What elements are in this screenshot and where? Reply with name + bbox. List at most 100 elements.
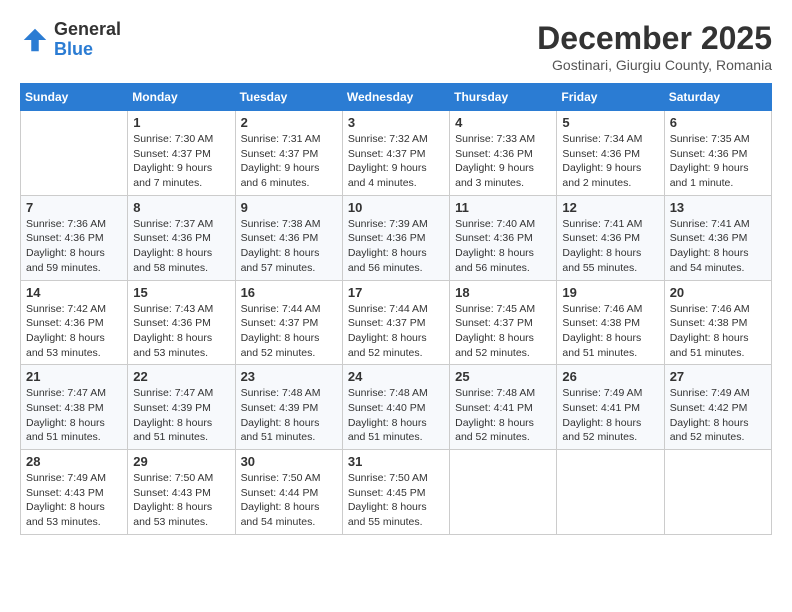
calendar-cell: 9Sunrise: 7:38 AMSunset: 4:36 PMDaylight…: [235, 195, 342, 280]
logo-blue: Blue: [54, 40, 121, 60]
calendar-cell: 31 Sunrise: 7:50 AMSunset: 4:45 PMDayligh…: [342, 450, 449, 535]
calendar-cell: 16Sunrise: 7:44 AMSunset: 4:37 PMDayligh…: [235, 280, 342, 365]
calendar-cell: 2 Sunrise: 7:31 AMSunset: 4:37 PMDaylight…: [235, 111, 342, 196]
calendar-cell: 5 Sunrise: 7:34 AMSunset: 4:36 PMDaylight…: [557, 111, 664, 196]
day-number: 16: [241, 285, 337, 300]
day-number: 27: [670, 369, 766, 384]
day-number: 24: [348, 369, 444, 384]
day-number: 4: [455, 115, 551, 130]
calendar-table: SundayMondayTuesdayWednesdayThursdayFrid…: [20, 83, 772, 535]
day-number: 26: [562, 369, 658, 384]
day-number: 18: [455, 285, 551, 300]
calendar-cell: 30 Sunrise: 7:50 AMSunset: 4:44 PMDayligh…: [235, 450, 342, 535]
weekday-header: Wednesday: [342, 84, 449, 111]
day-number: 13: [670, 200, 766, 215]
day-info: Sunrise: 7:46 AMSunset: 4:38 PMDaylight:…: [670, 302, 766, 361]
day-number: 31: [348, 454, 444, 469]
day-info: Sunrise: 7:48 AMSunset: 4:41 PMDaylight:…: [455, 386, 551, 445]
weekday-header: Sunday: [21, 84, 128, 111]
calendar-cell: 12Sunrise: 7:41 AMSunset: 4:36 PMDayligh…: [557, 195, 664, 280]
calendar-cell: 6 Sunrise: 7:35 AMSunset: 4:36 PMDaylight…: [664, 111, 771, 196]
calendar-cell: 13 Sunrise: 7:41 AMSunset: 4:36 PMDayligh…: [664, 195, 771, 280]
title-area: December 2025 Gostinari, Giurgiu County,…: [537, 20, 772, 73]
day-info: Sunrise: 7:45 AMSunset: 4:37 PMDaylight:…: [455, 302, 551, 361]
weekday-header: Saturday: [664, 84, 771, 111]
day-info: Sunrise: 7:49 AMSunset: 4:43 PMDaylight:…: [26, 471, 122, 530]
day-info: Sunrise: 7:42 AMSunset: 4:36 PMDaylight:…: [26, 302, 122, 361]
logo: General Blue: [20, 20, 121, 60]
page-header: General Blue December 2025 Gostinari, Gi…: [20, 20, 772, 73]
day-info: Sunrise: 7:34 AMSunset: 4:36 PMDaylight:…: [562, 132, 658, 191]
calendar-cell: 11Sunrise: 7:40 AMSunset: 4:36 PMDayligh…: [450, 195, 557, 280]
day-info: Sunrise: 7:35 AMSunset: 4:36 PMDaylight:…: [670, 132, 766, 191]
day-info: Sunrise: 7:37 AMSunset: 4:36 PMDaylight:…: [133, 217, 229, 276]
day-number: 19: [562, 285, 658, 300]
day-info: Sunrise: 7:49 AMSunset: 4:41 PMDaylight:…: [562, 386, 658, 445]
weekday-header: Tuesday: [235, 84, 342, 111]
day-number: 10: [348, 200, 444, 215]
day-info: Sunrise: 7:48 AMSunset: 4:39 PMDaylight:…: [241, 386, 337, 445]
day-number: 8: [133, 200, 229, 215]
day-number: 14: [26, 285, 122, 300]
calendar-cell: 14 Sunrise: 7:42 AMSunset: 4:36 PMDayligh…: [21, 280, 128, 365]
calendar-week-row: 1 Sunrise: 7:30 AMSunset: 4:37 PMDaylight…: [21, 111, 772, 196]
day-number: 23: [241, 369, 337, 384]
day-number: 20: [670, 285, 766, 300]
calendar-cell: [664, 450, 771, 535]
calendar-cell: [557, 450, 664, 535]
day-number: 6: [670, 115, 766, 130]
calendar-week-row: 28Sunrise: 7:49 AMSunset: 4:43 PMDayligh…: [21, 450, 772, 535]
location-subtitle: Gostinari, Giurgiu County, Romania: [537, 57, 772, 73]
day-number: 17: [348, 285, 444, 300]
weekday-header: Friday: [557, 84, 664, 111]
weekday-header: Thursday: [450, 84, 557, 111]
calendar-cell: 22Sunrise: 7:47 AMSunset: 4:39 PMDayligh…: [128, 365, 235, 450]
day-info: Sunrise: 7:48 AMSunset: 4:40 PMDaylight:…: [348, 386, 444, 445]
calendar-cell: 8 Sunrise: 7:37 AMSunset: 4:36 PMDaylight…: [128, 195, 235, 280]
calendar-week-row: 14 Sunrise: 7:42 AMSunset: 4:36 PMDayligh…: [21, 280, 772, 365]
weekday-header-row: SundayMondayTuesdayWednesdayThursdayFrid…: [21, 84, 772, 111]
calendar-cell: 25Sunrise: 7:48 AMSunset: 4:41 PMDayligh…: [450, 365, 557, 450]
day-info: Sunrise: 7:38 AMSunset: 4:36 PMDaylight:…: [241, 217, 337, 276]
day-info: Sunrise: 7:36 AMSunset: 4:36 PMDaylight:…: [26, 217, 122, 276]
day-info: Sunrise: 7:43 AMSunset: 4:36 PMDaylight:…: [133, 302, 229, 361]
day-info: Sunrise: 7:44 AMSunset: 4:37 PMDaylight:…: [348, 302, 444, 361]
day-info: Sunrise: 7:47 AMSunset: 4:38 PMDaylight:…: [26, 386, 122, 445]
day-info: Sunrise: 7:41 AMSunset: 4:36 PMDaylight:…: [670, 217, 766, 276]
day-info: Sunrise: 7:50 AMSunset: 4:43 PMDaylight:…: [133, 471, 229, 530]
day-number: 5: [562, 115, 658, 130]
day-number: 30: [241, 454, 337, 469]
weekday-header: Monday: [128, 84, 235, 111]
day-info: Sunrise: 7:50 AMSunset: 4:44 PMDaylight:…: [241, 471, 337, 530]
calendar-cell: 15 Sunrise: 7:43 AMSunset: 4:36 PMDayligh…: [128, 280, 235, 365]
calendar-cell: 24 Sunrise: 7:48 AMSunset: 4:40 PMDayligh…: [342, 365, 449, 450]
day-number: 11: [455, 200, 551, 215]
calendar-cell: 17 Sunrise: 7:44 AMSunset: 4:37 PMDayligh…: [342, 280, 449, 365]
calendar-cell: [450, 450, 557, 535]
day-info: Sunrise: 7:49 AMSunset: 4:42 PMDaylight:…: [670, 386, 766, 445]
day-number: 15: [133, 285, 229, 300]
day-info: Sunrise: 7:47 AMSunset: 4:39 PMDaylight:…: [133, 386, 229, 445]
day-number: 29: [133, 454, 229, 469]
day-number: 7: [26, 200, 122, 215]
calendar-week-row: 7 Sunrise: 7:36 AMSunset: 4:36 PMDaylight…: [21, 195, 772, 280]
calendar-cell: 27 Sunrise: 7:49 AMSunset: 4:42 PMDayligh…: [664, 365, 771, 450]
calendar-cell: 4 Sunrise: 7:33 AMSunset: 4:36 PMDaylight…: [450, 111, 557, 196]
day-info: Sunrise: 7:30 AMSunset: 4:37 PMDaylight:…: [133, 132, 229, 191]
calendar-cell: 29 Sunrise: 7:50 AMSunset: 4:43 PMDayligh…: [128, 450, 235, 535]
day-number: 1: [133, 115, 229, 130]
calendar-cell: 28Sunrise: 7:49 AMSunset: 4:43 PMDayligh…: [21, 450, 128, 535]
day-info: Sunrise: 7:31 AMSunset: 4:37 PMDaylight:…: [241, 132, 337, 191]
day-info: Sunrise: 7:33 AMSunset: 4:36 PMDaylight:…: [455, 132, 551, 191]
calendar-cell: 19Sunrise: 7:46 AMSunset: 4:38 PMDayligh…: [557, 280, 664, 365]
calendar-cell: 18 Sunrise: 7:45 AMSunset: 4:37 PMDayligh…: [450, 280, 557, 365]
calendar-cell: 23 Sunrise: 7:48 AMSunset: 4:39 PMDayligh…: [235, 365, 342, 450]
logo-text: General Blue: [54, 20, 121, 60]
day-info: Sunrise: 7:50 AMSunset: 4:45 PMDaylight:…: [348, 471, 444, 530]
month-title: December 2025: [537, 20, 772, 57]
calendar-cell: 1 Sunrise: 7:30 AMSunset: 4:37 PMDaylight…: [128, 111, 235, 196]
day-number: 3: [348, 115, 444, 130]
day-number: 12: [562, 200, 658, 215]
day-number: 2: [241, 115, 337, 130]
calendar-cell: [21, 111, 128, 196]
